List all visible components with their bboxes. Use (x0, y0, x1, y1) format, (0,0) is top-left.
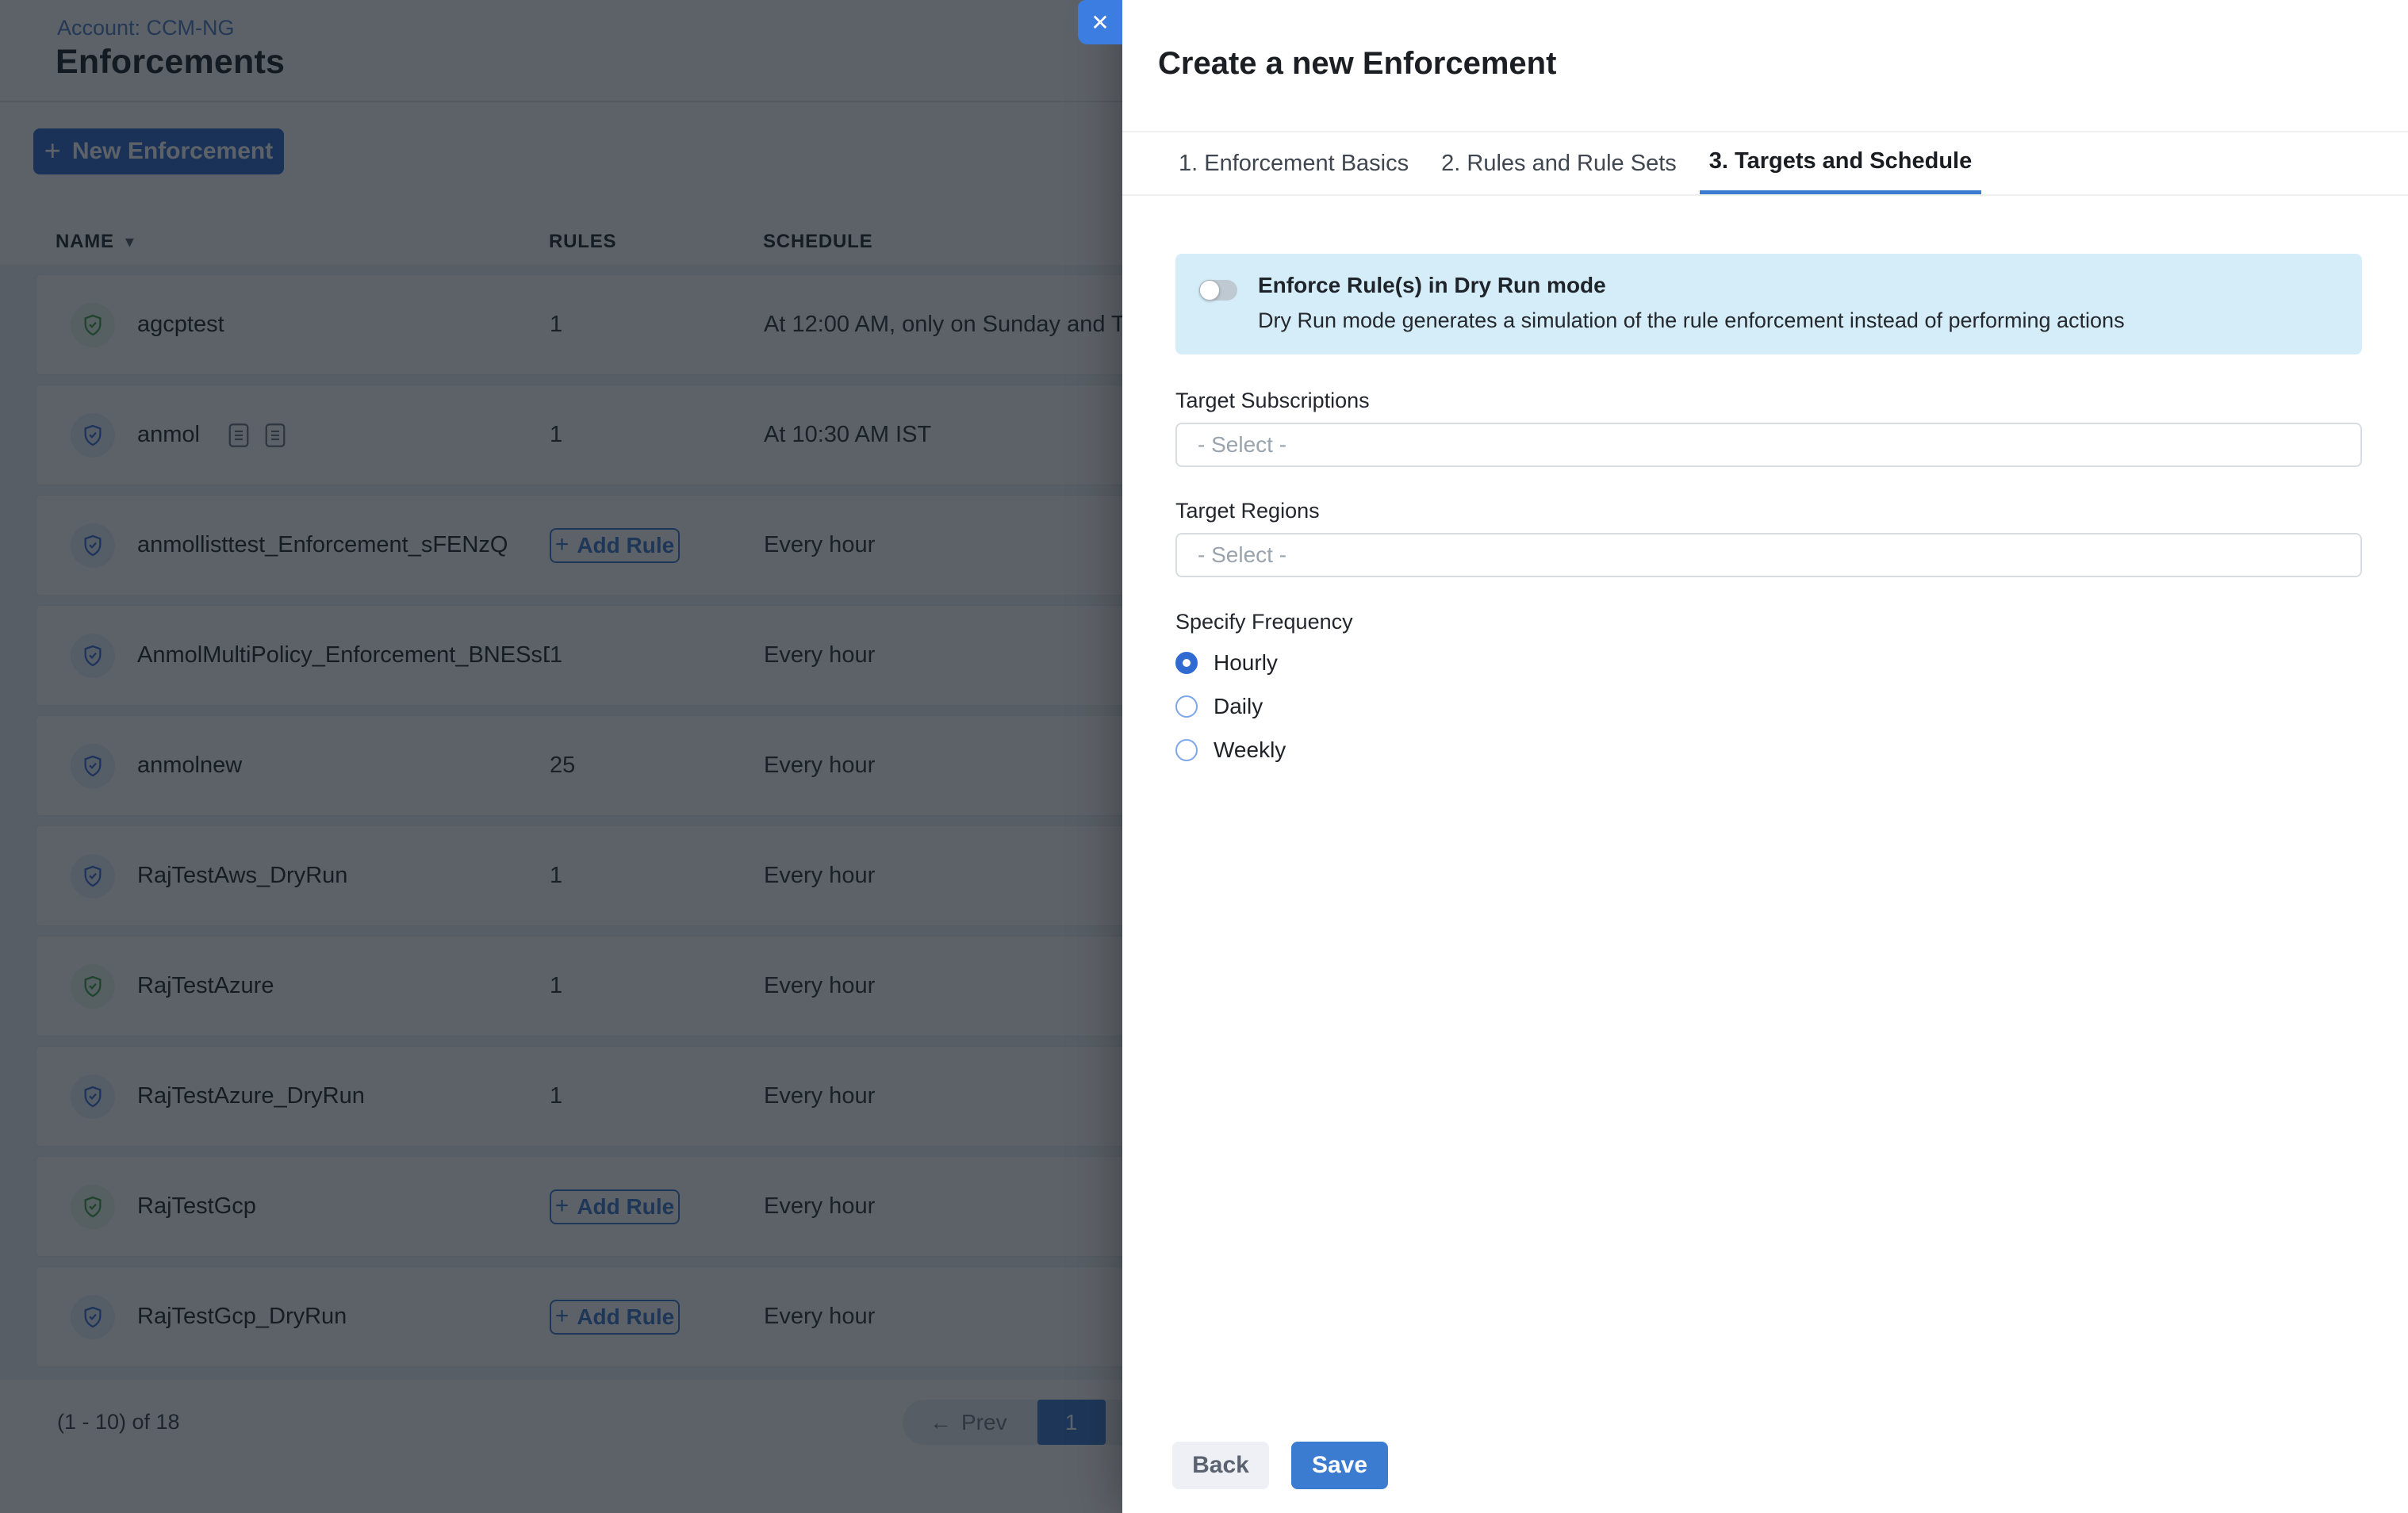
tab-enforcement-basics[interactable]: 1. Enforcement Basics (1169, 132, 1418, 194)
dry-run-description: Dry Run mode generates a simulation of t… (1258, 308, 2362, 333)
tab-rules-and-rule-sets[interactable]: 2. Rules and Rule Sets (1432, 132, 1686, 194)
radio-selected-icon[interactable] (1175, 652, 1198, 674)
close-icon: ✕ (1091, 10, 1109, 36)
wizard-tabs: 1. Enforcement Basics 2. Rules and Rule … (1122, 131, 2408, 196)
frequency-option-daily[interactable]: Daily (1175, 691, 2362, 722)
save-button[interactable]: Save (1291, 1442, 1388, 1489)
panel-footer: Back Save (1172, 1442, 1388, 1489)
radio-unselected-icon[interactable] (1175, 695, 1198, 718)
radio-label: Weekly (1214, 737, 1286, 763)
target-subscriptions-select[interactable]: - Select - (1175, 423, 2362, 467)
create-enforcement-panel: Create a new Enforcement 1. Enforcement … (1122, 0, 2408, 1513)
dry-run-banner: Enforce Rule(s) in Dry Run mode Dry Run … (1175, 254, 2362, 354)
target-regions-select[interactable]: - Select - (1175, 533, 2362, 577)
frequency-option-hourly[interactable]: Hourly (1175, 648, 2362, 678)
dry-run-toggle[interactable] (1199, 280, 1237, 301)
frequency-option-weekly[interactable]: Weekly (1175, 735, 2362, 765)
target-regions-label: Target Regions (1175, 499, 2362, 523)
panel-title: Create a new Enforcement (1158, 46, 1556, 82)
close-panel-button[interactable]: ✕ (1078, 0, 1122, 44)
target-subscriptions-label: Target Subscriptions (1175, 389, 2362, 413)
tab-targets-and-schedule[interactable]: 3. Targets and Schedule (1700, 132, 1981, 194)
panel-content: Enforce Rule(s) in Dry Run mode Dry Run … (1175, 196, 2362, 765)
toggle-knob-icon (1199, 280, 1220, 301)
radio-label: Daily (1214, 694, 1263, 719)
radio-label: Hourly (1214, 650, 1278, 676)
dry-run-title: Enforce Rule(s) in Dry Run mode (1258, 273, 2362, 298)
specify-frequency-label: Specify Frequency (1175, 610, 2362, 634)
radio-unselected-icon[interactable] (1175, 739, 1198, 761)
back-button[interactable]: Back (1172, 1442, 1269, 1489)
